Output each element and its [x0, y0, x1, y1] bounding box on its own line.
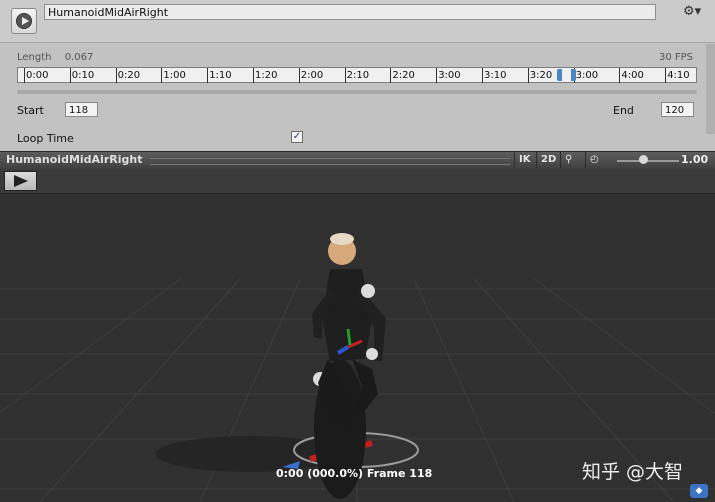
loop-time-checkbox[interactable]: ✓ [291, 131, 303, 143]
inspector-scrollbar[interactable] [706, 44, 715, 134]
timeline-tick: 2:10 [344, 68, 370, 83]
humanoid-character [312, 233, 386, 499]
viewport-toolbar [0, 169, 715, 194]
loop-time-label: Loop Time [17, 132, 74, 145]
length-label: Length [17, 52, 52, 63]
clip-header: HumanoidMidAirRight ⚙▾ [0, 0, 715, 43]
speed-value: 1.00 [681, 153, 709, 166]
fps-label: 30 FPS [658, 52, 693, 63]
preview-toolbar: HumanoidMidAirRight IK 2D ⚲ ◴ 1.00 [0, 151, 715, 169]
timeline-ruler[interactable]: 0:00 0:10 0:20 1:00 1:10 1:20 2:00 2:10 2:20 3:00… [17, 67, 715, 83]
end-handle[interactable] [571, 69, 576, 81]
preview-title: HumanoidMidAirRight [6, 153, 143, 166]
timeline-tick: 0:10 [69, 68, 95, 83]
timeline-tick: 2:00 [298, 68, 324, 83]
timeline-tick: 3:10 [482, 68, 507, 83]
end-label: End [613, 104, 634, 117]
start-label: Start [17, 104, 44, 117]
tag-icon[interactable]: ◆ [690, 484, 708, 498]
start-handle[interactable] [557, 69, 562, 81]
start-field[interactable]: 118 [65, 102, 98, 117]
speed-slider-thumb[interactable] [639, 155, 648, 164]
speed-slider[interactable] [617, 160, 679, 162]
timeline-tick: 1:00 [161, 68, 186, 83]
timeline-tick: 1:20 [253, 68, 278, 83]
pivot-icon[interactable]: ⚲ [560, 152, 576, 168]
watermark: 知乎 @大智 [582, 461, 684, 483]
drag-grip[interactable] [150, 158, 510, 165]
frame-info: 0:00 (000.0%) Frame 118 [276, 467, 433, 480]
mode-2d-toggle[interactable]: 2D [536, 152, 560, 168]
timeline-tick: 0:20 [115, 68, 141, 83]
timeline-tick: 1:10 [207, 68, 232, 83]
scene-canvas [0, 233, 715, 502]
length-value: 0.067 [64, 52, 94, 63]
timeline-tick: 0:00 [24, 68, 49, 83]
animation-clip-icon[interactable] [11, 8, 37, 34]
animation-clip-inspector: HumanoidMidAirRight ⚙▾ Length 0.067 30 F… [0, 0, 715, 152]
gear-icon[interactable]: ⚙▾ [683, 4, 701, 19]
end-field[interactable]: 120 [661, 102, 694, 117]
timeline-tick: 4:00 [619, 68, 644, 83]
speed-icon[interactable]: ◴ [585, 152, 603, 168]
ik-toggle[interactable]: IK [514, 152, 534, 168]
clip-name-field[interactable]: HumanoidMidAirRight [44, 4, 656, 20]
play-icon[interactable] [4, 171, 37, 191]
timeline-tick: 3:00 [573, 68, 599, 83]
timeline-tick: 3:00 [436, 68, 461, 83]
length-row: Length 0.067 [17, 52, 103, 63]
timeline-tick: 2:20 [390, 68, 415, 83]
timeline-tick: 3:20 [527, 68, 553, 83]
timeline-scrollbar[interactable] [17, 90, 697, 94]
preview-viewport[interactable]: 0:00 (000.0%) Frame 118 知乎 @大智 ◆ [0, 169, 715, 502]
timeline-tick: 4:10 [665, 68, 690, 83]
